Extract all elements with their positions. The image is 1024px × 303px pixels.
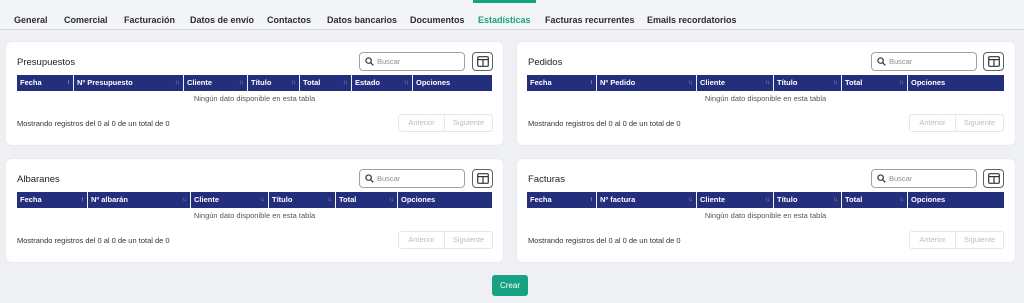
tab-general[interactable]: General bbox=[14, 0, 48, 30]
search-placeholder: Buscar bbox=[889, 174, 913, 183]
column-header[interactable]: Total ↑↓ bbox=[336, 192, 398, 208]
previous-button[interactable]: Anterior bbox=[399, 232, 445, 248]
facturas-card: Facturas Buscar Fecha ↑ Nº factura ↑↓ Clie… bbox=[517, 159, 1015, 262]
column-header[interactable]: Cliente ↑↓ bbox=[184, 75, 248, 91]
tab-facturas-recurrentes[interactable]: Facturas recurrentes bbox=[545, 0, 635, 30]
columns-icon bbox=[477, 173, 489, 184]
pagination: Anterior Siguiente bbox=[909, 231, 1004, 249]
empty-table-message: Ningún dato disponible en esta tabla bbox=[193, 211, 316, 220]
next-button[interactable]: Siguiente bbox=[445, 232, 492, 248]
card-title: Facturas bbox=[528, 174, 565, 185]
empty-table-message: Ningún dato disponible en esta tabla bbox=[193, 94, 316, 103]
previous-button[interactable]: Anterior bbox=[910, 232, 956, 248]
column-header[interactable]: Opciones bbox=[413, 75, 492, 91]
card-title: Pedidos bbox=[528, 57, 563, 68]
column-header[interactable]: Opciones bbox=[908, 192, 1004, 208]
column-toggle-button[interactable] bbox=[983, 169, 1004, 188]
column-header[interactable]: Estado ↑↓ bbox=[352, 75, 413, 91]
column-toggle-button[interactable] bbox=[472, 52, 493, 71]
column-toggle-button[interactable] bbox=[983, 52, 1004, 71]
search-icon bbox=[877, 174, 886, 183]
pagination: Anterior Siguiente bbox=[909, 114, 1004, 132]
column-header[interactable]: Opciones bbox=[398, 192, 492, 208]
search-icon bbox=[877, 57, 886, 66]
column-header[interactable]: Total ↑↓ bbox=[842, 75, 908, 91]
column-header[interactable]: Total ↑↓ bbox=[300, 75, 352, 91]
column-header[interactable]: Cliente ↑↓ bbox=[697, 192, 774, 208]
tab-facturacion[interactable]: Facturación bbox=[124, 0, 175, 30]
next-button[interactable]: Siguiente bbox=[956, 115, 1003, 131]
column-toggle-button[interactable] bbox=[472, 169, 493, 188]
column-header[interactable]: Título ↑↓ bbox=[774, 75, 842, 91]
empty-table-message: Ningún dato disponible en esta tabla bbox=[704, 211, 827, 220]
column-header[interactable]: Nº Presupuesto ↑↓ bbox=[74, 75, 184, 91]
presupuestos-card: Presupuestos Buscar Fecha ↑ Nº Presupuest… bbox=[6, 42, 503, 145]
tab-datos-bancarios[interactable]: Datos bancarios bbox=[327, 0, 397, 30]
table-info: Mostrando registros del 0 al 0 de un tot… bbox=[17, 236, 170, 245]
table-header: Fecha ↑ Nº albarán ↑↓ Cliente ↑↓ Título ↑↓ T… bbox=[17, 192, 492, 208]
table-info: Mostrando registros del 0 al 0 de un tot… bbox=[528, 119, 681, 128]
search-placeholder: Buscar bbox=[889, 57, 913, 66]
table-header: Fecha ↑ Nº Presupuesto ↑↓ Cliente ↑↓ Título… bbox=[17, 75, 492, 91]
search-input[interactable]: Buscar bbox=[871, 169, 977, 188]
column-header[interactable]: Nº albarán ↑↓ bbox=[88, 192, 191, 208]
pagination: Anterior Siguiente bbox=[398, 231, 493, 249]
pedidos-card: Pedidos Buscar Fecha ↑ Nº Pedido ↑↓ Client… bbox=[517, 42, 1015, 145]
card-title: Presupuestos bbox=[17, 57, 76, 68]
column-header[interactable]: Cliente ↑↓ bbox=[697, 75, 774, 91]
next-button[interactable]: Siguiente bbox=[956, 232, 1003, 248]
card-title: Albaranes bbox=[17, 174, 60, 185]
tab-documentos[interactable]: Documentos bbox=[410, 0, 465, 30]
column-header[interactable]: Fecha ↑ bbox=[527, 192, 597, 208]
column-header[interactable]: Total ↑↓ bbox=[842, 192, 908, 208]
column-header[interactable]: Nº Pedido ↑↓ bbox=[597, 75, 697, 91]
tab-datos-envio[interactable]: Datos de envío bbox=[190, 0, 254, 30]
search-input[interactable]: Buscar bbox=[871, 52, 977, 71]
search-input[interactable]: Buscar bbox=[359, 169, 465, 188]
columns-icon bbox=[477, 56, 489, 67]
column-header[interactable]: Fecha ↑ bbox=[17, 75, 74, 91]
search-icon bbox=[365, 57, 374, 66]
column-header[interactable]: Nº factura ↑↓ bbox=[597, 192, 697, 208]
columns-icon bbox=[988, 173, 1000, 184]
tab-estadisticas[interactable]: Estadísticas bbox=[473, 0, 536, 30]
column-header[interactable]: Título ↑↓ bbox=[248, 75, 300, 91]
table-info: Mostrando registros del 0 al 0 de un tot… bbox=[528, 236, 681, 245]
tab-bar: General Comercial Facturación Datos de e… bbox=[0, 0, 1024, 30]
column-header[interactable]: Fecha ↑ bbox=[17, 192, 88, 208]
previous-button[interactable]: Anterior bbox=[399, 115, 445, 131]
tab-comercial[interactable]: Comercial bbox=[64, 0, 108, 30]
columns-icon bbox=[988, 56, 1000, 67]
column-header[interactable]: Fecha ↑ bbox=[527, 75, 597, 91]
crear-button[interactable]: Crear bbox=[492, 275, 528, 296]
tab-contactos[interactable]: Contactos bbox=[267, 0, 311, 30]
column-header[interactable]: Opciones bbox=[908, 75, 1004, 91]
tab-emails-recordatorios[interactable]: Emails recordatorios bbox=[647, 0, 737, 30]
previous-button[interactable]: Anterior bbox=[910, 115, 956, 131]
column-header[interactable]: Cliente ↑↓ bbox=[191, 192, 269, 208]
table-header: Fecha ↑ Nº Pedido ↑↓ Cliente ↑↓ Título ↑↓ To… bbox=[527, 75, 1004, 91]
table-header: Fecha ↑ Nº factura ↑↓ Cliente ↑↓ Título ↑↓ T… bbox=[527, 192, 1004, 208]
table-info: Mostrando registros del 0 al 0 de un tot… bbox=[17, 119, 170, 128]
next-button[interactable]: Siguiente bbox=[445, 115, 492, 131]
search-placeholder: Buscar bbox=[377, 174, 401, 183]
empty-table-message: Ningún dato disponible en esta tabla bbox=[704, 94, 827, 103]
search-input[interactable]: Buscar bbox=[359, 52, 465, 71]
search-icon bbox=[365, 174, 374, 183]
pagination: Anterior Siguiente bbox=[398, 114, 493, 132]
search-placeholder: Buscar bbox=[377, 57, 401, 66]
column-header[interactable]: Título ↑↓ bbox=[269, 192, 336, 208]
column-header[interactable]: Título ↑↓ bbox=[774, 192, 842, 208]
albaranes-card: Albaranes Buscar Fecha ↑ Nº albarán ↑↓ Cli… bbox=[6, 159, 503, 262]
